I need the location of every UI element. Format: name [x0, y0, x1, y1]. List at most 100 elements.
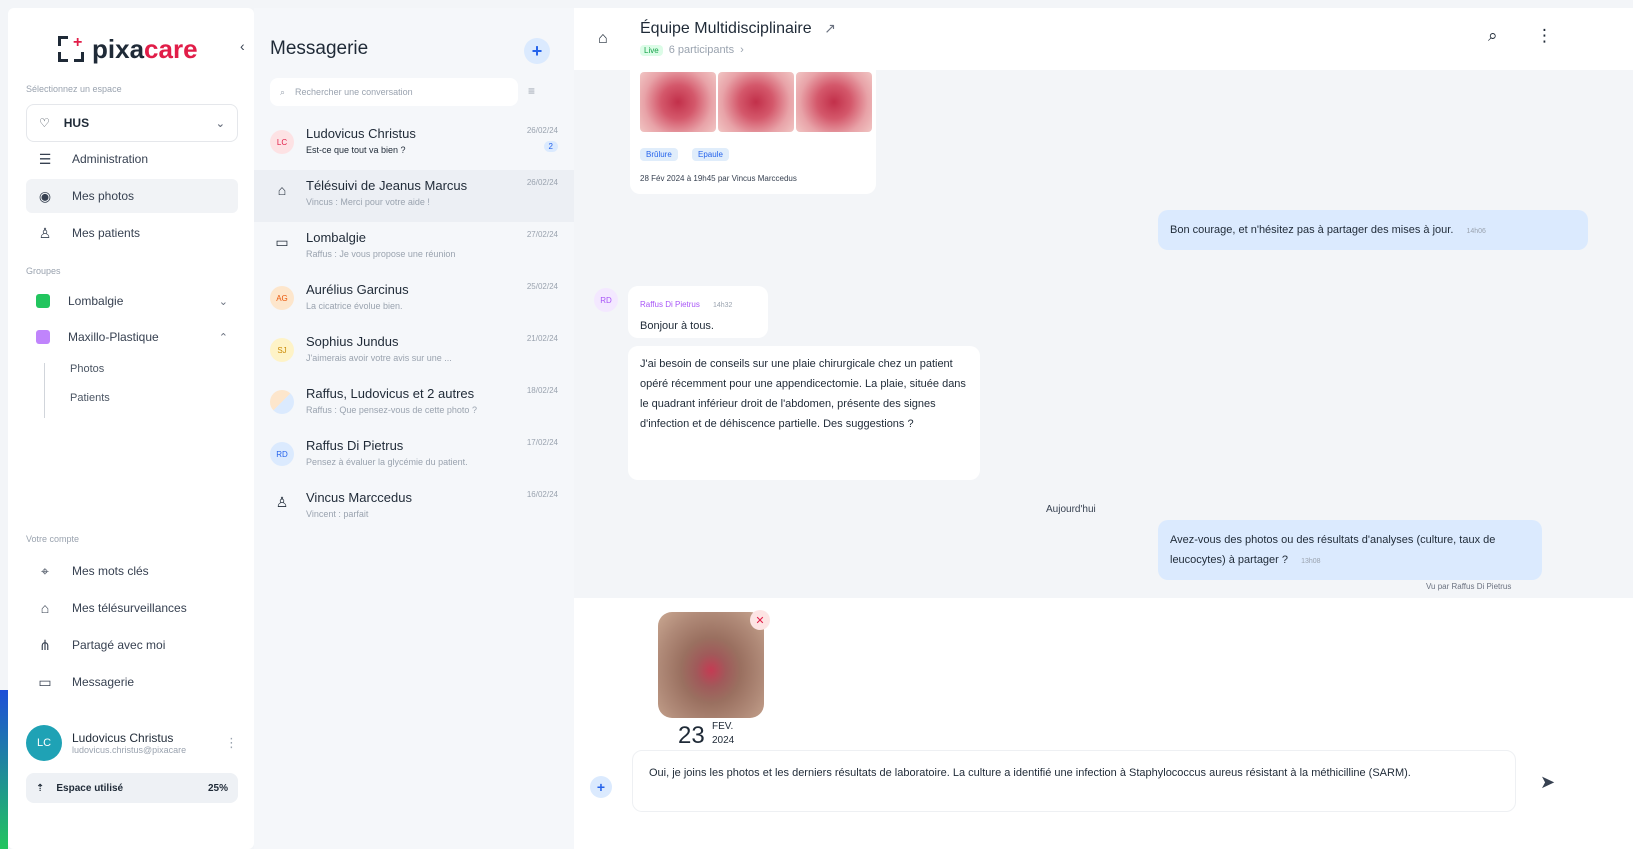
conversation-item[interactable]: RD Raffus Di Pietrus Pensez à évaluer la…: [254, 430, 574, 482]
user-icon: ♙: [38, 224, 52, 241]
conversation-item[interactable]: LC Ludovicus Christus Est-ce que tout va…: [254, 118, 574, 170]
external-link-icon[interactable]: ↗: [824, 20, 836, 37]
conversation-search-input[interactable]: ⌕ Rechercher une conversation: [270, 78, 518, 106]
home-icon: ⌂: [40, 600, 50, 616]
compose-area: ✕ 23 FEV. 2024 + Oui, je joins les photo…: [574, 598, 1633, 849]
attachment-day: 23: [678, 722, 705, 749]
avatar: SJ: [270, 338, 294, 362]
space-select[interactable]: ♡ HUS ⌄: [26, 104, 238, 142]
search-icon[interactable]: ⌕: [1488, 26, 1498, 46]
conversation-list-panel: ‹ Messagerie + ⌕ Rechercher une conversa…: [240, 8, 574, 849]
photo-tag: Epaule: [692, 148, 729, 161]
photo-thumbnail[interactable]: [796, 72, 872, 132]
subitem-photos[interactable]: Photos: [70, 363, 104, 375]
chevron-down-icon: ⌄: [218, 295, 228, 308]
conversation-preview: La cicatrice évolue bien.: [306, 301, 403, 311]
nav-label: Partagé avec moi: [72, 638, 166, 652]
conversation-date: 16/02/24: [526, 490, 558, 499]
conversation-item[interactable]: ▭ Lombalgie Raffus : Je vous propose une…: [254, 222, 574, 274]
more-vertical-icon[interactable]: ⋮: [1536, 26, 1553, 46]
add-attachment-button[interactable]: +: [590, 776, 612, 798]
subitem-patients[interactable]: Patients: [70, 392, 110, 404]
conversation-item[interactable]: ⌂ Télésuivi de Jeanus Marcus Vincus : Me…: [254, 170, 574, 222]
pixacare-logo[interactable]: + pixa care: [58, 34, 198, 65]
attachment-preview[interactable]: [658, 612, 764, 718]
conversation-date: 25/02/24: [526, 282, 558, 291]
collapse-sidebar-icon[interactable]: ‹: [240, 38, 245, 54]
send-icon[interactable]: ➤: [1540, 772, 1555, 793]
conversation-date: 27/02/24: [526, 230, 558, 239]
avatar: LC: [26, 725, 62, 761]
storage-indicator[interactable]: ⇡ Espace utilisé 25%: [26, 773, 238, 803]
conversation-date: 26/02/24: [526, 178, 558, 187]
nav-administration[interactable]: ☰ Administration: [26, 142, 238, 176]
brand-name-part2: care: [144, 34, 198, 64]
message-input[interactable]: Oui, je joins les photos et les derniers…: [632, 750, 1516, 812]
conversation-item[interactable]: ♙ Vincus Marccedus Vincent : parfait 16/…: [254, 482, 574, 534]
participants-link[interactable]: Live 6 participants ›: [640, 44, 744, 56]
group-label: Lombalgie: [68, 294, 124, 308]
conversation-date: 18/02/24: [526, 386, 558, 395]
message-time: 14h32: [712, 302, 733, 309]
conversation-name: Vincus Marccedus: [306, 490, 412, 505]
tag-icon: ⌖: [41, 562, 49, 579]
user-card[interactable]: LC Ludovicus Christus ludovicus.christus…: [26, 718, 238, 768]
conversation-name: Ludovicus Christus: [306, 126, 416, 141]
nav-label: Mes patients: [72, 226, 141, 240]
attachment-year: 2024: [712, 735, 735, 746]
message-text: Avez-vous des photos ou des résultats d'…: [1170, 534, 1496, 566]
message-time: 13h08: [1301, 558, 1321, 565]
avatar: RD: [270, 442, 294, 466]
chat-header: ⌂ Équipe Multidisciplinaire ↗ Live 6 par…: [574, 8, 1633, 70]
photo-thumbnail[interactable]: [718, 72, 794, 132]
group-maxillo-plastique[interactable]: Maxillo-Plastique ⌃: [26, 320, 238, 354]
user-name: Ludovicus Christus: [72, 731, 174, 745]
conversation-preview: Est-ce que tout va bien ?: [306, 145, 406, 155]
seen-indicator: Vu par Raffus Di Pietrus: [1426, 582, 1512, 591]
conversation-date: 21/02/24: [526, 334, 558, 343]
heart-hands-icon: ♡: [39, 116, 50, 130]
message-text: Bon courage, et n'hésitez pas à partager…: [1170, 224, 1454, 236]
unread-badge: 2: [543, 141, 558, 152]
chat-panel: Brûlure Epaule 28 Fév 2024 à 19h45 par V…: [574, 8, 1633, 849]
nav-mes-mots-cles[interactable]: ⌖ Mes mots clés: [26, 554, 238, 588]
photo-message-card[interactable]: Brûlure Epaule 28 Fév 2024 à 19h45 par V…: [630, 68, 876, 194]
new-conversation-button[interactable]: +: [524, 38, 550, 64]
nav-mes-patients[interactable]: ♙ Mes patients: [26, 216, 238, 250]
message-time: 14h06: [1466, 228, 1486, 235]
group-color-dot: [36, 330, 50, 344]
nav-mes-photos[interactable]: ◉ Mes photos: [26, 179, 238, 213]
camera-icon: ◉: [38, 187, 52, 204]
nav-partage-avec-moi[interactable]: ⋔ Partagé avec moi: [26, 628, 238, 662]
message-text: Bonjour à tous.: [640, 320, 714, 332]
conversation-item[interactable]: Raffus, Ludovicus et 2 autres Raffus : Q…: [254, 378, 574, 430]
chevron-down-icon: ⌄: [215, 117, 225, 130]
incoming-message: Raffus Di Pietrus 14h32 Bonjour à tous.: [628, 286, 768, 338]
groups-label: Groupes: [26, 266, 61, 276]
conversation-preview: Pensez à évaluer la glycémie du patient.: [306, 457, 468, 467]
brand-name-part1: pixa: [92, 34, 145, 64]
storage-label: Espace utilisé: [56, 782, 124, 794]
conversation-name: Télésuivi de Jeanus Marcus: [306, 178, 468, 193]
nav-label: Mes télésurveillances: [72, 601, 187, 615]
day-separator: Aujourd'hui: [1046, 504, 1096, 515]
photo-thumbnail[interactable]: [640, 72, 716, 132]
user-icon: ♙: [275, 494, 289, 510]
user-email: ludovicus.christus@pixacare: [72, 745, 187, 755]
nav-messagerie[interactable]: ▭ Messagerie: [26, 665, 238, 699]
incoming-message: J'ai besoin de conseils sur une plaie ch…: [628, 346, 980, 480]
conversation-preview: Vincus : Merci pour votre aide !: [306, 197, 430, 207]
conversation-item[interactable]: AG Aurélius Garcinus La cicatrice évolue…: [254, 274, 574, 326]
chat-icon: ▭: [38, 673, 52, 690]
remove-attachment-icon[interactable]: ✕: [750, 610, 770, 630]
search-icon: ⌕: [280, 86, 286, 97]
live-badge: Live: [640, 44, 663, 56]
nav-mes-telesurveillances[interactable]: ⌂ Mes télésurveillances: [26, 591, 238, 625]
sender-name: Raffus Di Pietrus: [640, 300, 700, 309]
more-vertical-icon[interactable]: ⋮: [225, 735, 238, 751]
attachment-month: FEV.: [712, 721, 734, 732]
filter-icon[interactable]: ≡: [528, 84, 535, 98]
conversation-date: 17/02/24: [526, 438, 558, 447]
conversation-item[interactable]: SJ Sophius Jundus J'aimerais avoir votre…: [254, 326, 574, 378]
group-lombalgie[interactable]: Lombalgie ⌄: [26, 284, 238, 318]
